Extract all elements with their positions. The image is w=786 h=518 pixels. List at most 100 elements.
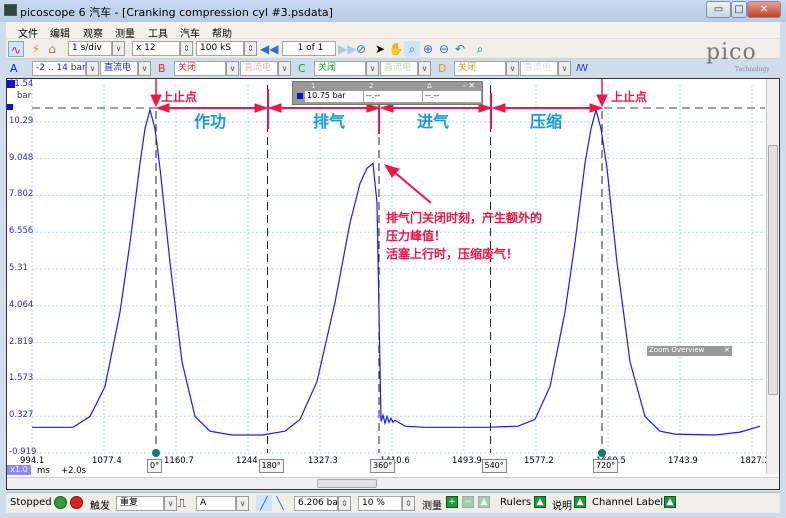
channel-c-coupling[interactable]: 直流电 — [380, 61, 418, 76]
maximize-button[interactable]: □ — [731, 1, 747, 18]
y-tick-label: 9.048 — [9, 152, 34, 163]
rulers-label: Rulers — [500, 497, 532, 508]
zoom-stepper[interactable]: ⇕ — [180, 41, 193, 56]
menu-help[interactable]: 帮助 — [212, 25, 232, 40]
channel-a-range[interactable]: -2 .. 14 bar — [32, 61, 86, 76]
ruler-legend[interactable]: 1 2 Δ - ✕ 10.75 bar --.-- --.-- — [292, 81, 483, 105]
ruler-value-1: 10.75 bar — [305, 91, 363, 102]
pretrigger-field[interactable]: 10 % — [358, 496, 402, 511]
channel-a-coupling[interactable]: 直流电 — [100, 61, 138, 76]
zoom-in-icon[interactable]: ⊕ — [420, 41, 436, 57]
vertical-scroll-thumb[interactable] — [768, 145, 778, 395]
menu-file[interactable]: 文件 — [18, 25, 38, 40]
degree-marker-label[interactable]: 360° — [370, 459, 396, 473]
pretrigger-stepper[interactable]: ⇕ — [402, 496, 415, 511]
channel-a-button[interactable]: A — [10, 62, 18, 75]
zoom-overview-icon[interactable]: ⌕ — [472, 41, 488, 57]
annotation-tdc-right: 上止点 — [611, 90, 648, 104]
channel-d-button[interactable]: D — [438, 62, 446, 75]
minimize-button[interactable]: ▭ — [706, 1, 731, 18]
start-button[interactable] — [54, 496, 67, 509]
close-button[interactable]: ✕ — [747, 1, 781, 18]
buffer-field[interactable]: 1 of 1 — [282, 41, 336, 56]
channel-b-button[interactable]: B — [158, 62, 166, 75]
channel-c-button[interactable]: C — [298, 62, 306, 75]
rulers-button[interactable]: ▲ — [534, 496, 546, 508]
zoom-field[interactable]: x 12 — [132, 41, 180, 56]
hand-icon[interactable]: ✋ — [388, 41, 404, 57]
trigger-marker-0[interactable] — [152, 449, 160, 457]
trigger-source-dropdown[interactable]: ∨ — [236, 496, 249, 511]
next-buffer-icon[interactable]: ▶▶ — [338, 41, 356, 57]
trigger-mode-select[interactable]: 重复 — [116, 496, 164, 511]
menu-tools[interactable]: 工具 — [148, 25, 168, 40]
annotation-note-1: 排气门关闭时刻，产生额外的 — [386, 211, 543, 225]
horizontal-scrollbar[interactable] — [7, 477, 779, 489]
menu-auto[interactable]: 汽车 — [180, 25, 200, 40]
degree-marker-label[interactable]: 0° — [147, 459, 163, 473]
falling-edge-icon[interactable]: ╲ — [272, 495, 288, 511]
menu-view[interactable]: 观察 — [83, 25, 103, 40]
remove-measurement-button[interactable]: − — [462, 496, 474, 508]
degree-marker-label[interactable]: 180° — [258, 459, 284, 473]
zoom-area-icon[interactable]: ⌕ — [404, 41, 420, 57]
channel-d-coupling-dropdown[interactable]: ∨ — [558, 61, 571, 76]
zoom-out-icon[interactable]: ⊖ — [436, 41, 452, 57]
timebase-dropdown[interactable]: ∨ — [112, 41, 125, 56]
trigger-level-stepper[interactable]: ⇕ — [338, 496, 351, 511]
menu-measure[interactable]: 测量 — [115, 25, 135, 40]
annotation-intake-stroke: 进气 — [417, 112, 450, 131]
edit-measurement-button[interactable]: ▲ — [478, 496, 490, 508]
trigger-level-field[interactable]: 6.206 bar — [294, 496, 338, 511]
channel-c-range[interactable]: 关闭 — [314, 61, 366, 76]
channel-a-range-dropdown[interactable]: ∨ — [86, 61, 99, 76]
notes-button[interactable]: ▲ — [574, 496, 586, 508]
annotation-power-stroke: 作功 — [194, 112, 227, 131]
toolbar-capture: ∿ ⚡ ⌂ 1 s/div ∨ x 12 ⇕ 100 kS ⇕ ◀◀ 1 of … — [6, 39, 780, 59]
undo-zoom-icon[interactable]: ↶ — [452, 41, 468, 57]
degree-marker-label[interactable]: 540° — [481, 459, 507, 473]
channel-a-coupling-dropdown[interactable]: ∨ — [138, 61, 151, 76]
trigger-source-select[interactable]: A — [196, 496, 236, 511]
auto-setup-icon[interactable]: ⚡ — [28, 41, 44, 57]
y-tick-label: 6.556 — [9, 226, 34, 237]
ruler-handle[interactable] — [7, 104, 13, 110]
scope-mode-icon[interactable]: ∿ — [8, 41, 24, 57]
channel-b-range[interactable]: 关闭 — [174, 61, 226, 76]
scope-plot[interactable] — [7, 79, 779, 489]
pointer-icon[interactable]: ➤ — [372, 41, 388, 57]
channel-d-range-dropdown[interactable]: ∨ — [506, 61, 519, 76]
channel-c-coupling-dropdown[interactable]: ∨ — [418, 61, 431, 76]
channel-labels-button[interactable]: ▲ — [664, 496, 676, 508]
zoom-overview-panel[interactable]: Zoom Overview ✕ — [647, 346, 732, 356]
channel-b-coupling-dropdown[interactable]: ∨ — [278, 61, 291, 76]
previous-buffer-icon[interactable]: ◀◀ — [260, 41, 278, 57]
rising-edge-icon[interactable]: ╱ — [256, 495, 272, 511]
navigate-icon[interactable]: ⊘ — [353, 41, 369, 57]
add-measurement-button[interactable]: + — [446, 496, 458, 508]
samples-stepper[interactable]: ⇕ — [244, 41, 257, 56]
timebase-select[interactable]: 1 s/div — [68, 41, 112, 56]
channel-d-range[interactable]: 关闭 — [454, 61, 506, 76]
degree-marker-label[interactable]: 720° — [593, 459, 619, 473]
channel-b-range-dropdown[interactable]: ∨ — [226, 61, 239, 76]
capture-state: Stopped — [10, 497, 52, 508]
channel-d-coupling[interactable]: 直流电 — [520, 61, 558, 76]
ruler-legend-close[interactable]: - ✕ — [463, 81, 475, 90]
vertical-scrollbar[interactable] — [766, 79, 779, 474]
math-channels-icon[interactable]: ꟿ — [574, 61, 590, 77]
x-tick-label: 1577.2 — [524, 456, 554, 466]
horizontal-scroll-thumb[interactable] — [317, 479, 377, 488]
stop-button[interactable] — [70, 496, 83, 509]
menu-edit[interactable]: 编辑 — [50, 25, 70, 40]
x-tick-label: 1743.9 — [668, 456, 698, 466]
channel-b-coupling[interactable]: 直流电 — [240, 61, 278, 76]
channel-c-range-dropdown[interactable]: ∨ — [366, 61, 379, 76]
zoom-overview-close[interactable]: ✕ — [724, 346, 730, 354]
y-tick-label: 7.802 — [9, 189, 34, 200]
home-icon[interactable]: ⌂ — [44, 41, 60, 57]
menu-bar: 文件 编辑 观察 测量 工具 汽车 帮助 — [6, 22, 780, 40]
samples-field[interactable]: 100 kS — [196, 41, 244, 56]
scope-view: 11.54 bar 10.29 9.048 7.802 6.556 5.31 4.064 2… — [6, 78, 780, 490]
trigger-edge-icon[interactable]: ⎍ — [174, 495, 190, 511]
